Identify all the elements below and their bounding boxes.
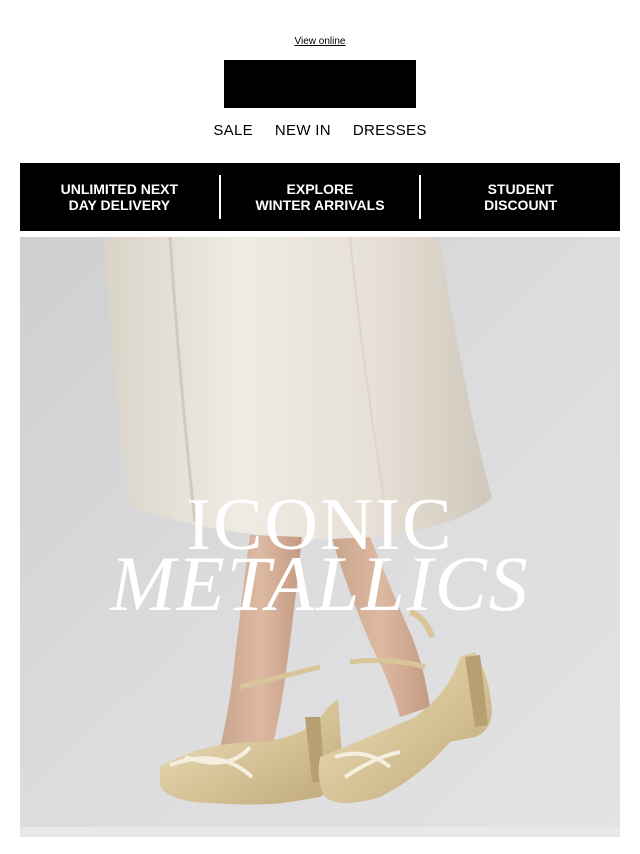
promo-winter-arrivals[interactable]: EXPLORE WINTER ARRIVALS <box>221 181 420 213</box>
promo-delivery-line2: DAY DELIVERY <box>68 197 171 213</box>
promo-delivery-line1: UNLIMITED NEXT <box>60 181 179 197</box>
hero-title-metallics: METALLICS <box>110 540 530 627</box>
view-online-link[interactable]: View online <box>295 36 346 47</box>
main-nav: SALE NEW IN DRESSES <box>0 122 640 139</box>
promo-student-discount[interactable]: STUDENT DISCOUNT <box>421 181 620 213</box>
promo-banner: UNLIMITED NEXT DAY DELIVERY EXPLORE WINT… <box>20 163 620 231</box>
nav-item-new-in[interactable]: NEW IN <box>275 122 331 139</box>
promo-student-line2: DISCOUNT <box>484 197 558 213</box>
brand-logo[interactable] <box>224 60 416 108</box>
nav-item-sale[interactable]: SALE <box>213 122 253 139</box>
nav-item-dresses[interactable]: DRESSES <box>353 122 427 139</box>
view-online-bar: View online <box>0 36 640 47</box>
hero-image[interactable]: ICONIC METALLICS <box>20 237 620 837</box>
promo-winter-line2: WINTER ARRIVALS <box>255 197 385 213</box>
promo-student-line1: STUDENT <box>487 181 554 197</box>
promo-winter-line1: EXPLORE <box>286 181 354 197</box>
promo-delivery[interactable]: UNLIMITED NEXT DAY DELIVERY <box>20 181 219 213</box>
